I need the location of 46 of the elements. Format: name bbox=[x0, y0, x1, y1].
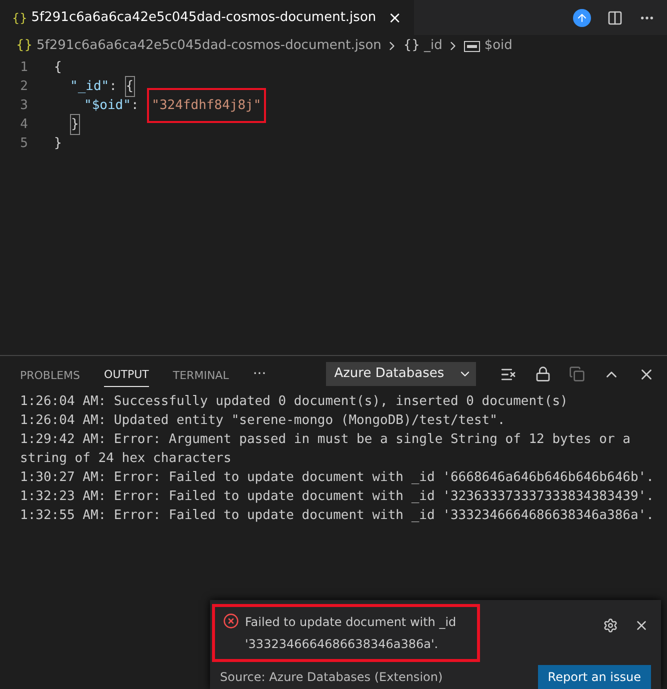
object-icon: {} bbox=[403, 36, 420, 56]
copy-icon[interactable] bbox=[569, 366, 585, 382]
notification-message: Failed to update document with _id bbox=[245, 614, 456, 631]
more-tabs-icon[interactable]: ··· bbox=[252, 364, 266, 384]
output-line: 1:26:04 AM: Successfully updated 0 document(s), inserted 0 document(s) bbox=[20, 393, 569, 411]
string-icon bbox=[464, 40, 480, 52]
panel-tab[interactable]: PROBLEMS bbox=[20, 361, 80, 387]
notification-source: Source: Azure Databases (Extension) bbox=[220, 669, 443, 686]
tab-title: 5f291c6a6a6ca42e5c045dad-cosmos-document.json bbox=[31, 8, 376, 27]
line-number: 3 bbox=[19, 96, 29, 115]
settings-icon[interactable] bbox=[603, 618, 618, 633]
breadcrumb-item[interactable]: 5f291c6a6a6ca42e5c045dad-cosmos-document.json bbox=[36, 36, 382, 56]
panel-tab[interactable]: TERMINAL bbox=[172, 361, 229, 387]
split-editor-icon[interactable] bbox=[607, 10, 623, 26]
punctuation: } bbox=[70, 114, 80, 136]
output-line: 1:32:55 AM: Error: Failed to update document with _id '3332346664686638346a386a'. bbox=[20, 507, 655, 525]
punctuation: { bbox=[124, 76, 135, 98]
line-number: 1 bbox=[19, 58, 29, 77]
punctuation: : bbox=[109, 78, 118, 96]
report-issue-button[interactable]: Report an issue bbox=[538, 665, 651, 689]
upload-icon[interactable] bbox=[573, 8, 591, 26]
lock-icon[interactable] bbox=[535, 366, 551, 382]
json-key: "$oid" bbox=[84, 96, 131, 116]
close-icon[interactable] bbox=[634, 618, 649, 633]
channel-dropdown[interactable]: Azure Databases bbox=[326, 362, 476, 386]
json-key: "_id" bbox=[70, 76, 110, 96]
punctuation: { bbox=[54, 58, 62, 77]
json-file-icon: {} bbox=[12, 8, 28, 26]
punctuation: : bbox=[130, 96, 140, 115]
json-file-icon: {} bbox=[16, 36, 33, 56]
editor-tab[interactable]: {} 5f291c6a6a6ca42e5c045dad-cosmos-document.json × bbox=[0, 0, 414, 35]
line-number: 5 bbox=[19, 134, 29, 153]
close-icon[interactable]: × bbox=[388, 6, 402, 30]
punctuation: } bbox=[54, 134, 62, 153]
string-value: "324fdhf84j8j" bbox=[146, 88, 266, 124]
line-number: 2 bbox=[19, 78, 29, 96]
error-icon bbox=[223, 613, 239, 629]
breadcrumb-item[interactable]: _id bbox=[424, 36, 442, 56]
panel-tab[interactable]: OUTPUT bbox=[104, 361, 149, 387]
output-line: 1:30:27 AM: Error: Failed to update document with _id '6668646a646b646b646b646b'. bbox=[20, 469, 655, 487]
notification-message: '3332346664686638346a386a'. bbox=[245, 636, 440, 653]
output-line: 1:29:42 AM: Error: Argument passed in must be a single String of 12 bytes or a string of 24 hex characters bbox=[20, 431, 632, 468]
line-number: 4 bbox=[19, 116, 29, 134]
output-line: 1:32:23 AM: Error: Failed to update document with _id '323633373337333834383439'. bbox=[20, 488, 655, 506]
breadcrumb-item[interactable]: $oid bbox=[484, 36, 512, 56]
output-line: 1:26:04 AM: Updated entity "serene-mongo (MongoDB)/test/test". bbox=[20, 412, 506, 430]
